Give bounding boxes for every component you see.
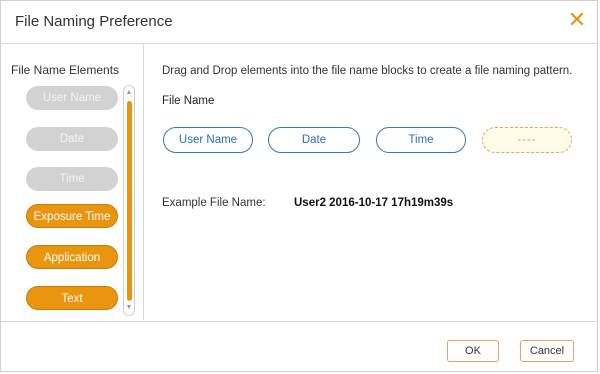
cancel-button[interactable]: Cancel [520,340,574,362]
file-name-panel: Drag and Drop elements into the file nam… [144,44,597,320]
element-application[interactable]: Application [26,245,118,269]
file-name-block-2[interactable]: Date [268,127,360,153]
file-name-block-3[interactable]: Time [376,127,466,153]
elements-panel-title: File Name Elements [11,63,120,77]
element-exposure-time[interactable]: Exposure Time [26,204,118,228]
file-name-block-empty[interactable]: ---- [482,127,572,153]
dialog-title: File Naming Preference [15,13,173,30]
file-name-label: File Name [162,95,215,107]
scroll-down-icon[interactable]: ▼ [124,303,134,313]
ok-button[interactable]: OK [447,340,499,362]
element-date: Date [26,127,118,151]
instruction-text: Drag and Drop elements into the file nam… [162,65,573,77]
file-name-block-1[interactable]: User Name [163,127,253,153]
element-text[interactable]: Text [26,286,118,310]
example-file-name-value: User2 2016-10-17 17h19m39s [294,197,454,209]
file-naming-dialog: File Naming Preference ✕ File Name Eleme… [0,0,598,372]
elements-panel: File Name Elements User Name Date Time E… [1,44,144,320]
dialog-titlebar: File Naming Preference ✕ [1,1,597,44]
scrollbar-thumb[interactable] [127,101,132,301]
element-time: Time [26,167,118,191]
scroll-up-icon[interactable]: ▲ [124,88,134,98]
elements-scrollbar[interactable]: ▲ ▼ [123,85,135,316]
close-icon[interactable]: ✕ [565,8,589,32]
example-file-name-label: Example File Name: [162,197,266,209]
element-user-name: User Name [26,86,118,110]
dialog-footer: OK Cancel [1,321,597,374]
